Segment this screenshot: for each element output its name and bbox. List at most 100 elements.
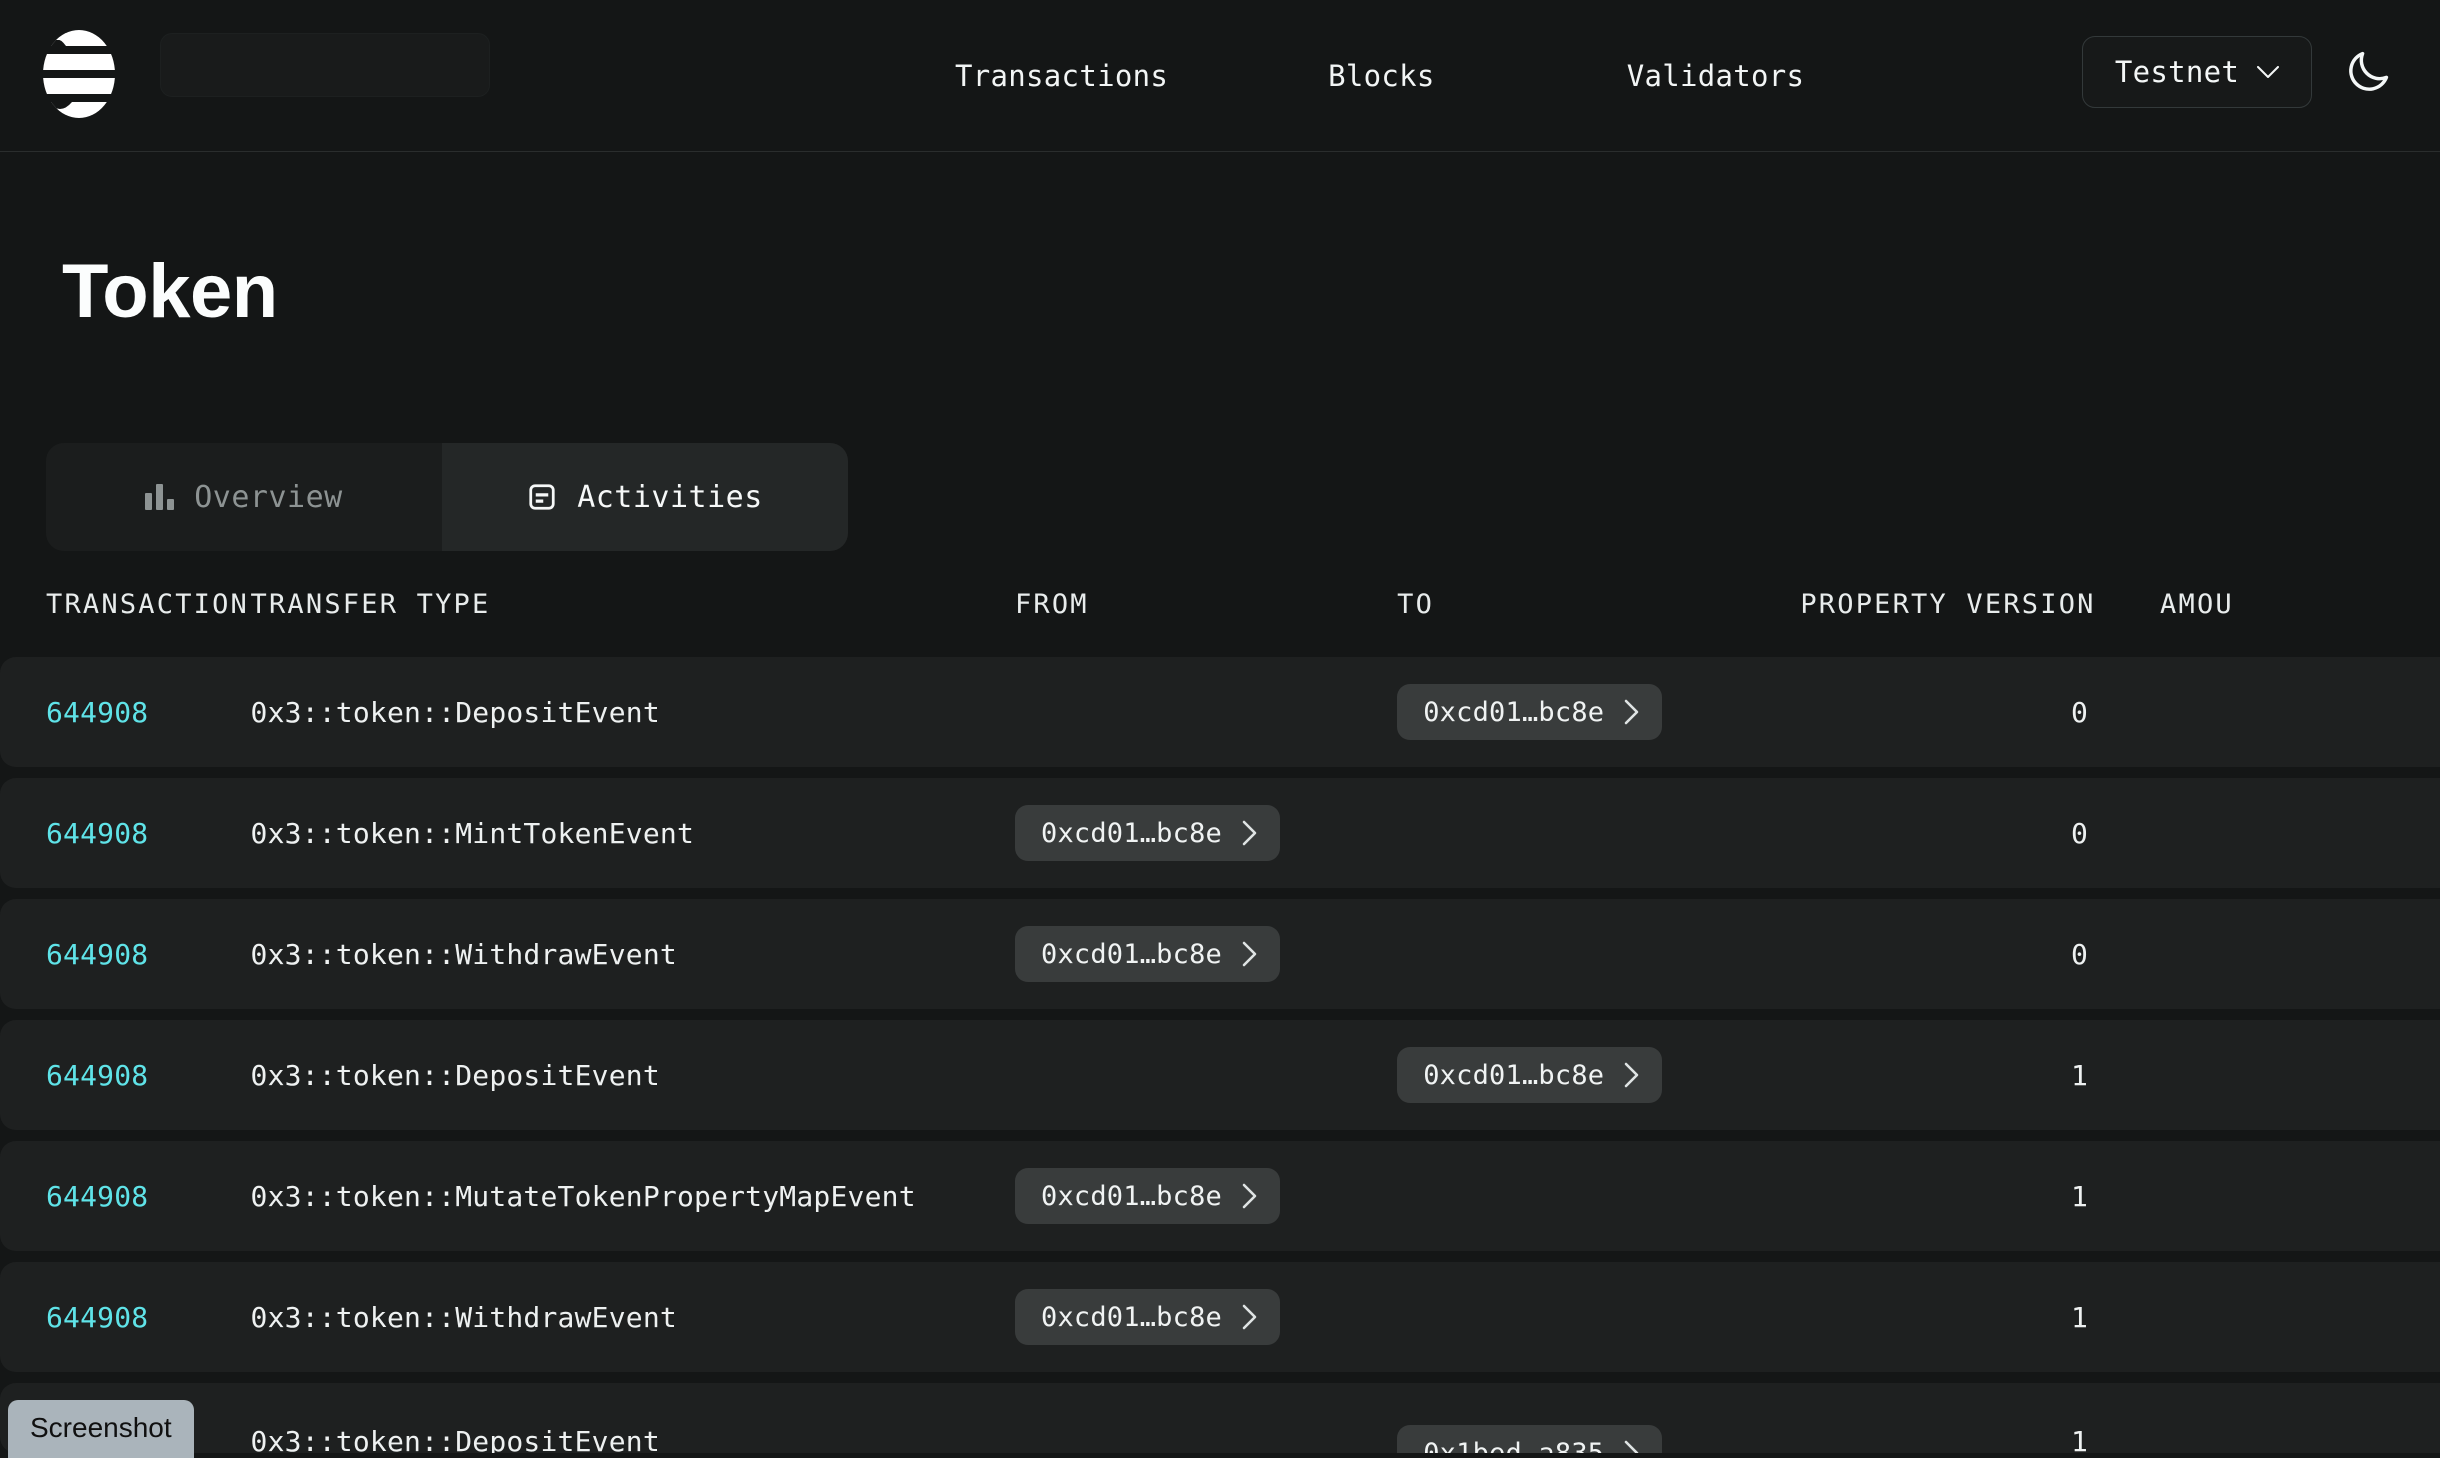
transaction-link[interactable]: 644908 [46,817,148,850]
address-pill-label: 0xcd01…bc8e [1423,696,1605,728]
aptos-logo-icon [43,30,115,118]
transfer-type-cell: 0x3::token::MutateTokenPropertyMapEvent [250,1179,916,1213]
table-header-row: TRANSACTION TRANSFER TYPE FROM TO PROPER… [0,573,2440,635]
transfer-type-cell: 0x3::token::WithdrawEvent [250,1300,677,1334]
table-row[interactable]: 644908 0x3::token::WithdrawEvent 0xcd01…bc… [0,899,2440,1009]
column-header-amount: AMOU [2160,588,2234,620]
chevron-down-icon [2257,65,2280,78]
table-row[interactable]: 644908 0x3::token::WithdrawEvent 0xcd01…bc… [0,1262,2440,1372]
table-row[interactable]: 644908 0x3::token::MintTokenEvent 0xcd01…b… [0,778,2440,888]
address-pill[interactable]: 0xcd01…bc8e [1397,1047,1663,1103]
property-version-cell: 0 [1784,938,2112,971]
address-pill[interactable]: 0xcd01…bc8e [1014,1289,1280,1345]
tab-activities[interactable]: Activities [442,443,848,551]
transaction-link[interactable]: 644908 [46,1180,148,1213]
top-navbar: Transactions Blocks Validators Testnet [0,0,2440,152]
transaction-link[interactable]: 644908 [46,938,148,971]
transaction-link[interactable]: 644908 [46,696,148,729]
transaction-cell: 644908 [46,1301,251,1334]
transfer-type-cell: 0x3::token::DepositEvent [250,1425,660,1453]
screenshot-badge: Screenshot [8,1400,194,1458]
transfer-type-cell: 0x3::token::MintTokenEvent [250,816,695,850]
to-cell: 0xcd01…bc8e [1397,1047,1784,1103]
table-row[interactable]: 644908 0x3::token::MutateTokenPropertyMap… [0,1141,2440,1251]
tab-bar: Overview Activities [46,443,848,551]
bar-chart-icon [145,484,175,510]
column-header-transaction: TRANSACTION [46,588,250,620]
transaction-cell: 644908 [46,1180,251,1213]
nav-link-blocks[interactable]: Blocks [1288,0,1587,152]
page-title: Token [62,249,278,334]
table-row[interactable]: 644908 0x3::token::DepositEvent 0xcd01…bc8… [0,1020,2440,1130]
chevron-right-icon [1242,1304,1257,1330]
property-version-cell: 1 [1784,1059,2112,1092]
property-version-value: 0 [2070,937,2089,971]
from-cell: 0xcd01…bc8e [1014,1168,1397,1224]
property-version-value: 1 [2070,1300,2089,1334]
address-pill[interactable]: 0xcd01…bc8e [1397,684,1663,740]
to-cell: 0x1bed…a835 [1397,1425,1784,1453]
aptos-logo[interactable] [40,26,118,122]
column-header-to: TO [1397,588,1435,620]
transaction-cell: 644908 [46,938,251,971]
address-pill-label: 0xcd01…bc8e [1040,817,1222,849]
address-pill-label: 0xcd01…bc8e [1040,938,1222,970]
tab-activities-label: Activities [577,479,763,515]
to-cell: 0xcd01…bc8e [1397,684,1784,740]
table-body: 644908 0x3::token::DepositEvent 0xcd01…bc8… [0,657,2440,1453]
nav-links: Transactions Blocks Validators [955,0,1844,152]
address-pill[interactable]: 0xcd01…bc8e [1014,926,1280,982]
list-icon [529,484,555,510]
transaction-link[interactable]: 644908 [46,1059,148,1092]
transaction-cell: 644908 [46,696,251,729]
column-header-transfer-type: TRANSFER TYPE [250,588,491,620]
tab-overview-label: Overview [194,479,343,515]
from-cell: 0xcd01…bc8e [1014,805,1397,861]
address-pill[interactable]: 0xcd01…bc8e [1014,805,1280,861]
column-header-from: FROM [1014,588,1089,620]
network-select-label: Testnet [2114,55,2240,89]
property-version-cell: 1 [1784,1425,2112,1453]
transfer-type-cell: 0x3::token::DepositEvent [250,695,660,729]
transaction-cell: 644908 [46,817,251,850]
theme-toggle-button[interactable] [2340,44,2396,100]
property-version-cell: 0 [1784,696,2112,729]
search-input[interactable] [160,33,490,97]
transaction-cell: 644908 [46,1059,251,1092]
from-cell: 0xcd01…bc8e [1014,1289,1397,1345]
chevron-right-icon [1624,1440,1639,1453]
transfer-type-cell: 0x3::token::WithdrawEvent [250,937,677,971]
chevron-right-icon [1242,941,1257,967]
activities-table: TRANSACTION TRANSFER TYPE FROM TO PROPER… [0,573,2440,1453]
from-cell: 0xcd01…bc8e [1014,926,1397,982]
nav-link-validators[interactable]: Validators [1587,0,1845,152]
network-select[interactable]: Testnet [2082,36,2312,108]
address-pill-label: 0xcd01…bc8e [1040,1180,1222,1212]
property-version-value: 1 [2070,1425,2089,1453]
chevron-right-icon [1242,820,1257,846]
transaction-link[interactable]: 644908 [46,1301,148,1334]
property-version-value: 1 [2070,1058,2089,1092]
address-pill-label: 0xcd01…bc8e [1423,1059,1605,1091]
address-pill-label: 0xcd01…bc8e [1040,1301,1222,1333]
transfer-type-cell: 0x3::token::DepositEvent [250,1058,660,1092]
chevron-right-icon [1624,1062,1639,1088]
property-version-value: 1 [2070,1179,2089,1213]
page-content: Token Overview Activities TRANSACTION TR… [0,248,2440,1453]
property-version-cell: 1 [1784,1180,2112,1213]
tab-overview[interactable]: Overview [46,443,442,551]
property-version-cell: 0 [1784,817,2112,850]
property-version-cell: 1 [1784,1301,2112,1334]
chevron-right-icon [1624,699,1639,725]
column-header-property-version: PROPERTY VERSION [1800,588,2096,620]
property-version-value: 0 [2070,695,2089,729]
chevron-right-icon [1242,1183,1257,1209]
property-version-value: 0 [2070,816,2089,850]
address-pill[interactable]: 0xcd01…bc8e [1014,1168,1280,1224]
address-pill[interactable]: 0x1bed…a835 [1397,1425,1663,1454]
moon-icon [2349,51,2389,91]
address-pill-label: 0x1bed…a835 [1423,1437,1605,1454]
table-row[interactable]: 6449080x3::token::DepositEvent0x1bed…a83… [0,1383,2440,1453]
table-row[interactable]: 644908 0x3::token::DepositEvent 0xcd01…bc8… [0,657,2440,767]
nav-link-transactions[interactable]: Transactions [955,0,1288,152]
